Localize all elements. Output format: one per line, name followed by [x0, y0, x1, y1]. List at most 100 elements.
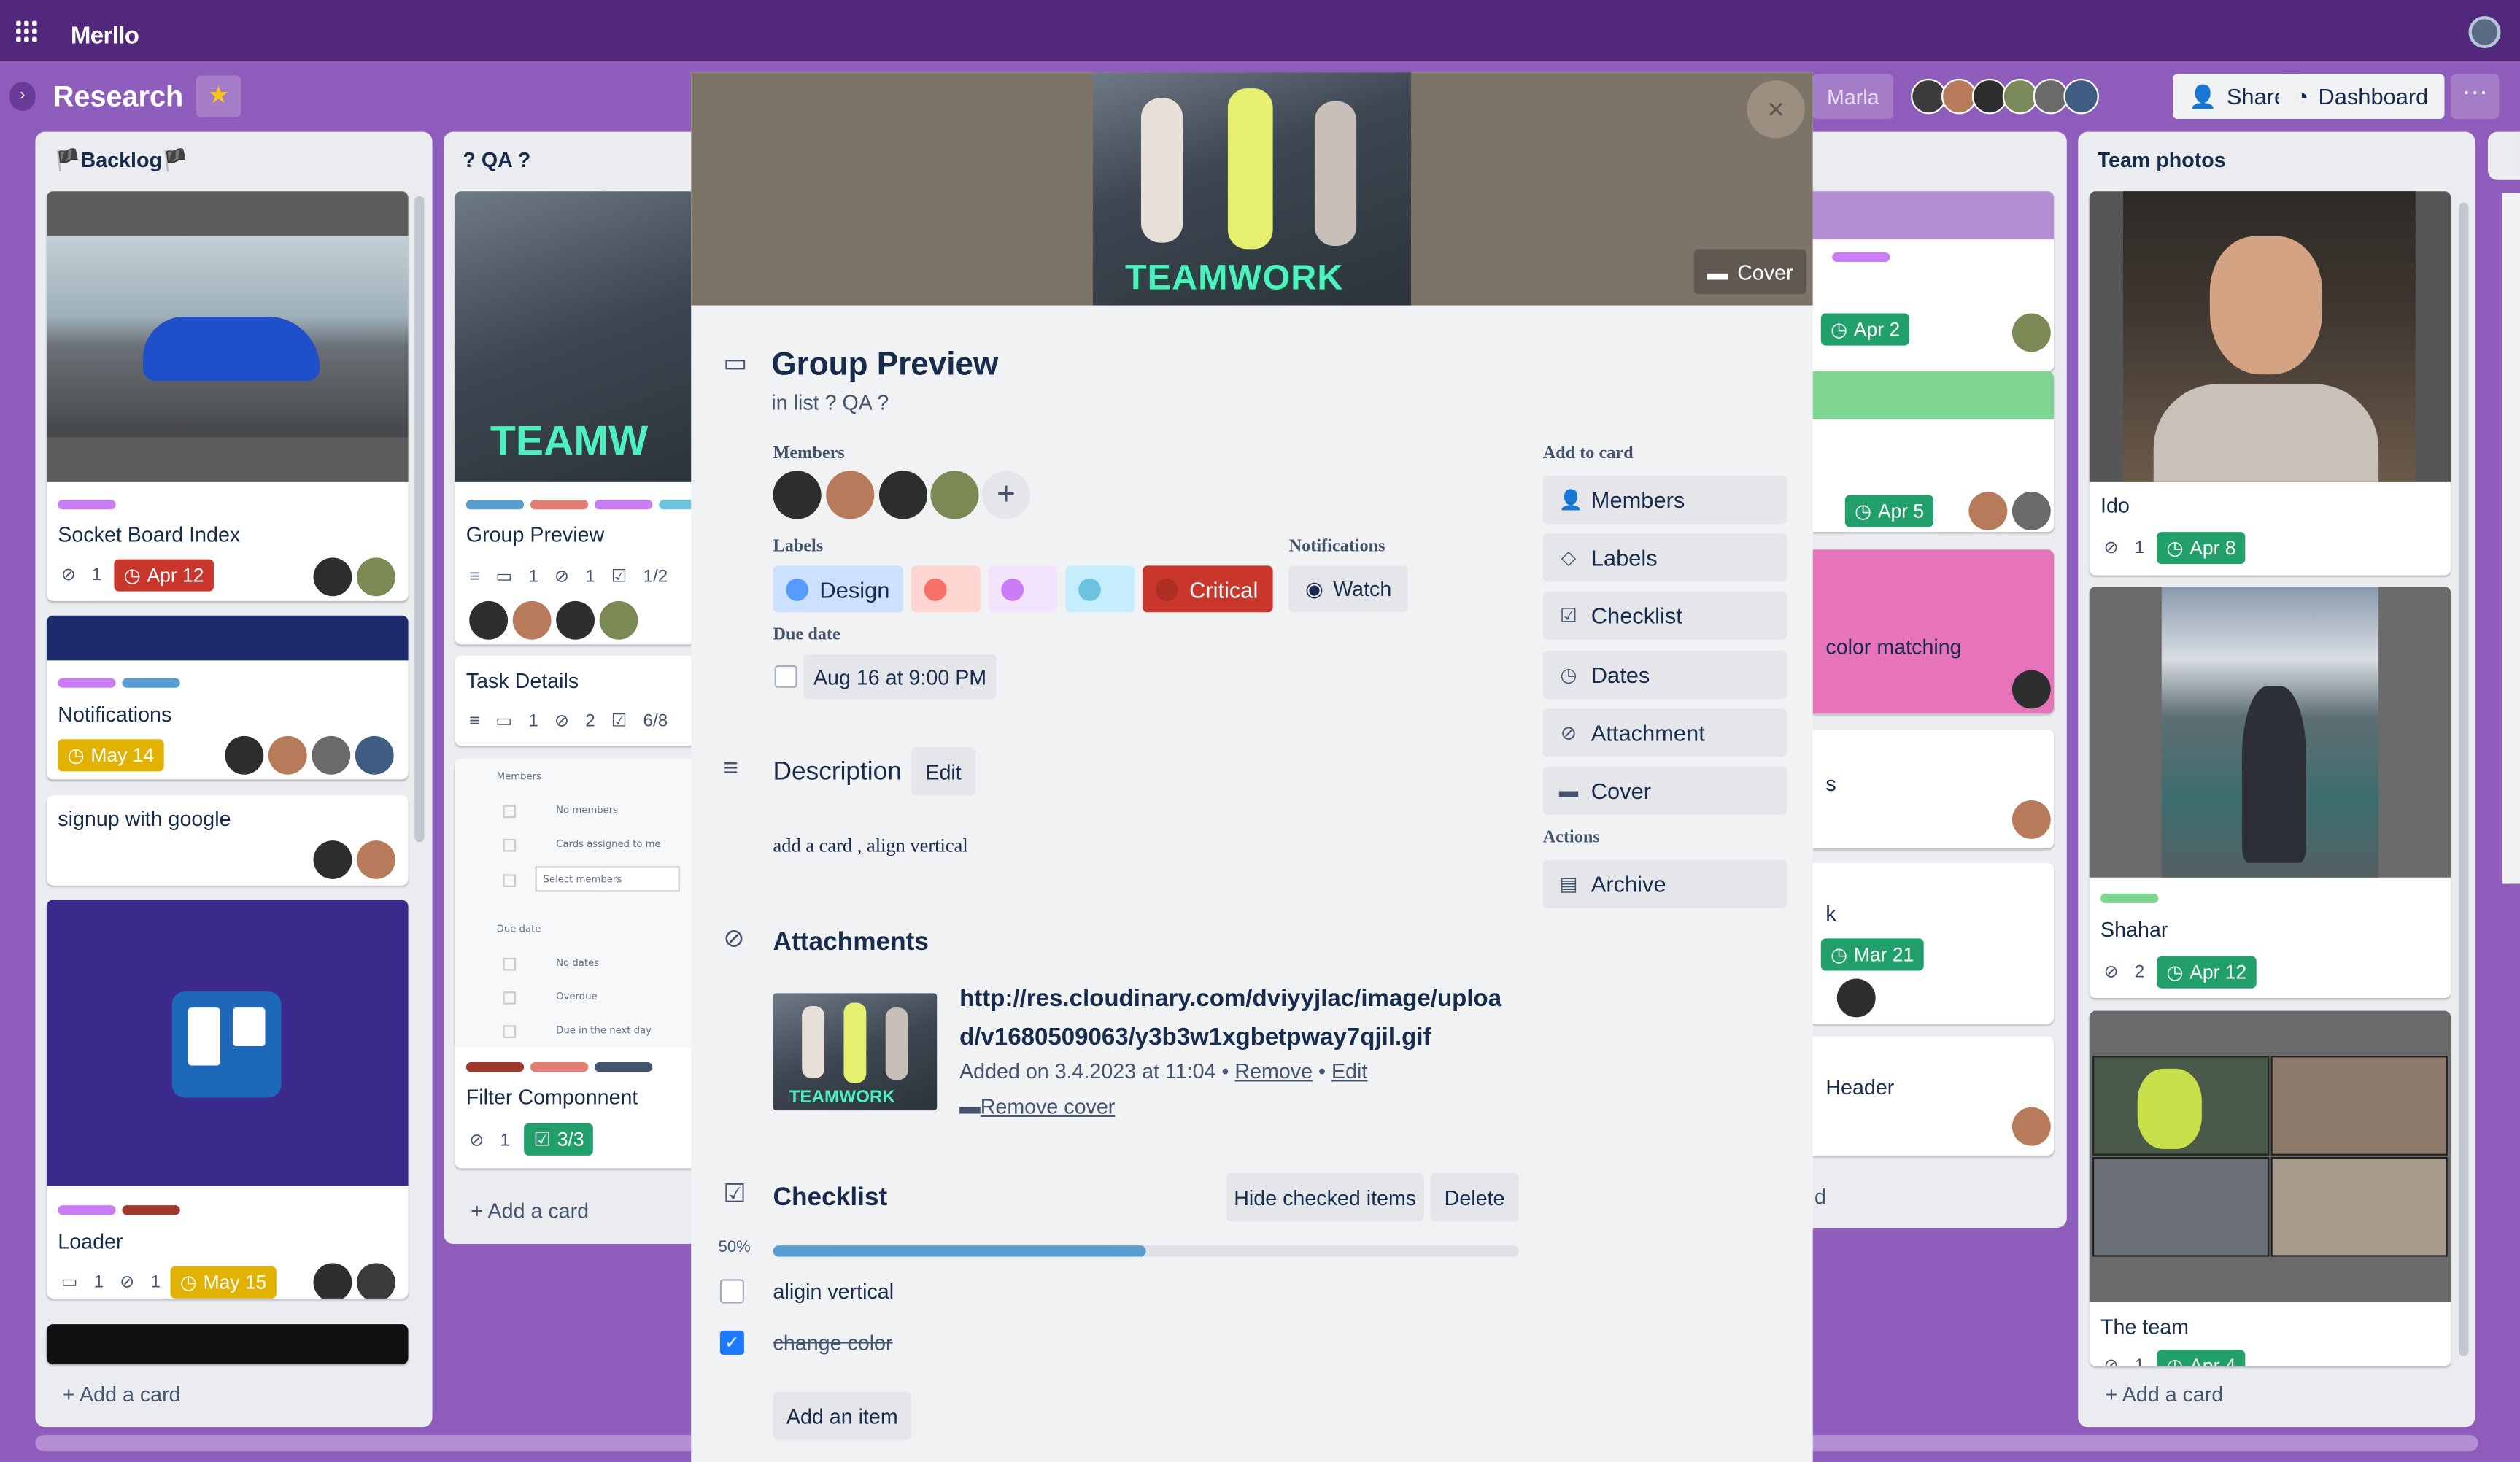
checklist-item-checkbox-checked[interactable]: ✓	[719, 1330, 744, 1355]
due-badge[interactable]: ◷ May 14	[58, 739, 164, 772]
checklist-icon: ☑	[723, 1181, 746, 1209]
add-card-button[interactable]: + Add a card	[63, 1382, 181, 1406]
list-title[interactable]: 🏴Backlog🏴	[55, 148, 188, 174]
member-name-chip[interactable]: Marla	[1812, 74, 1893, 120]
card-shahar[interactable]: Shahar ⊘ 2 ◷ Apr 12	[2089, 587, 2451, 998]
watch-button[interactable]: ◉ Watch	[1288, 565, 1408, 613]
close-icon[interactable]: ×	[1747, 80, 1805, 139]
card-loader[interactable]: Loader ▭ 1 ⊘ 1 ◷ May 15	[46, 900, 409, 1299]
due-badge[interactable]: ◷ Apr 8	[2157, 532, 2246, 565]
due-badge[interactable]: ◷ Apr 4	[2157, 1350, 2246, 1366]
card-icon: ▭	[723, 350, 748, 378]
attachment-count: 1	[2134, 537, 2145, 557]
due-badge[interactable]: ◷ Apr 2	[1820, 313, 1910, 346]
more-menu-icon[interactable]: ···	[2451, 74, 2500, 120]
card-badges: ⊘ 1	[2103, 1355, 2144, 1366]
due-badge[interactable]: ◷ Apr 5	[1844, 495, 1934, 527]
sidebar-archive-button[interactable]: ▤ Archive	[1542, 859, 1787, 908]
avatar[interactable]	[2063, 78, 2099, 115]
list-title[interactable]: ? QA ?	[463, 148, 530, 172]
list-scrollbar[interactable]	[2459, 202, 2469, 1357]
board-title[interactable]: Research	[53, 80, 184, 114]
remove-cover-link[interactable]: ▬Remove cover	[959, 1094, 1115, 1118]
checklist-item-checkbox[interactable]	[719, 1279, 744, 1304]
attachment-thumbnail[interactable]: TEAMWORK	[773, 993, 938, 1111]
due-date-button[interactable]: Aug 16 at 9:00 PM	[803, 654, 997, 700]
card-filter-componnent[interactable]: Members No members Cards assigned to me …	[455, 758, 696, 1169]
checklist-item-text[interactable]: aligin vertical	[773, 1279, 894, 1303]
due-badge[interactable]: ◷ Apr 12	[114, 559, 214, 592]
star-icon[interactable]: ★	[196, 75, 241, 117]
add-card-label[interactable]: d	[1814, 1184, 1826, 1208]
label-chip[interactable]	[988, 565, 1058, 613]
sidebar-attachment-button[interactable]: ⊘ Attachment	[1542, 708, 1787, 757]
card-ido[interactable]: Ido ⊘ 1 ◷ Apr 8	[2089, 191, 2451, 576]
description-text[interactable]: add a card , align vertical	[773, 834, 968, 858]
cover-text: TEAMWORK	[1124, 257, 1344, 298]
clock-icon: ◷	[179, 1271, 197, 1294]
description-icon: ≡	[469, 566, 480, 586]
list-qa: ? QA ? TEAMW Group Preview ≡ ▭ 1 ⊘ 1 ☑ 1/2 …	[443, 131, 725, 1244]
due-badge[interactable]: ◷ May 15	[170, 1266, 277, 1299]
card-title[interactable]: Group Preview	[771, 347, 998, 384]
preview-text: Select members	[535, 866, 680, 892]
avatar[interactable]	[930, 471, 979, 519]
avatar	[313, 1263, 352, 1299]
add-member-icon[interactable]: +	[981, 471, 1030, 519]
card-partial[interactable]	[46, 1324, 409, 1365]
list-team-photos: Team photos Ido ⊘ 1 ◷ Apr 8 Shahar ⊘ 2 ◷ Apr…	[2078, 131, 2475, 1428]
clock-icon: ◷	[1830, 318, 1848, 341]
label-chip[interactable]: Design	[773, 565, 903, 613]
list-scrollbar[interactable]	[414, 196, 425, 843]
avatar[interactable]	[773, 471, 822, 519]
list-link[interactable]: ? QA ?	[825, 390, 889, 414]
hide-checked-button[interactable]: Hide checked items	[1226, 1173, 1424, 1222]
sidebar-button-label: Attachment	[1591, 719, 1705, 746]
sidebar-checklist-button[interactable]: ☑ Checklist	[1542, 591, 1787, 640]
card-group-preview[interactable]: TEAMW Group Preview ≡ ▭ 1 ⊘ 1 ☑ 1/2	[455, 191, 696, 645]
dashboard-button[interactable]: ◔ Dashboard	[2279, 74, 2445, 120]
sidebar-toggle-icon[interactable]: ›	[9, 82, 36, 111]
checklist-item-text[interactable]: change color	[773, 1331, 893, 1355]
card-task-details[interactable]: Task Details ≡ ▭ 1 ⊘ 2 ☑ 6/8	[455, 655, 696, 746]
trello-logo-icon	[171, 991, 282, 1098]
due-text: Apr 4	[2189, 1355, 2235, 1366]
due-badge[interactable]: ◷ Apr 12	[2157, 956, 2257, 989]
card-socket-board-index[interactable]: Socket Board Index ⊘ 1 ◷ Apr 12	[46, 191, 409, 601]
avatar[interactable]	[878, 471, 928, 519]
label-chip[interactable]	[911, 565, 981, 613]
card-the-team[interactable]: The team ⊘1 ◷Apr 4	[2089, 1010, 2451, 1366]
tag-icon: ◇	[1561, 546, 1577, 569]
card-notifications[interactable]: Notifications ◷ May 14	[46, 615, 409, 780]
card-detail-modal: TEAMWORK × ▬ Cover ▭ Group Preview in lis…	[691, 72, 1813, 1462]
sidebar-labels-button[interactable]: ◇ Labels	[1542, 533, 1787, 582]
attachment-url[interactable]: http://res.cloudinary.com/dviyyjlac/imag…	[959, 981, 1514, 1058]
label-chip[interactable]: Critical	[1143, 565, 1273, 613]
sidebar-members-button[interactable]: 👤 Members	[1542, 476, 1787, 525]
due-badge[interactable]: ◷ Mar 21	[1820, 938, 1924, 971]
add-card-button[interactable]: + Add a card	[471, 1199, 589, 1223]
add-card-button[interactable]: + Add a card	[2106, 1382, 2224, 1406]
avatar	[357, 557, 395, 597]
sidebar-cover-button[interactable]: ▬ Cover	[1542, 766, 1787, 815]
app-logo[interactable]: Merllo	[71, 23, 139, 50]
person-icon: 👤	[1558, 488, 1583, 511]
label-chip[interactable]	[1065, 565, 1135, 613]
edit-attachment-link[interactable]: Edit	[1331, 1059, 1367, 1083]
sidebar-dates-button[interactable]: ◷ Dates	[1542, 651, 1787, 700]
comment-icon: ▭	[495, 567, 513, 587]
user-avatar[interactable]	[2468, 16, 2501, 49]
list-title[interactable]: Team photos	[2098, 148, 2226, 172]
cover-button[interactable]: ▬ Cover	[1693, 249, 1806, 295]
add-checklist-item-button[interactable]: Add an item	[773, 1391, 911, 1440]
description-edit-button[interactable]: Edit	[911, 747, 976, 796]
members-heading: Members	[773, 443, 845, 463]
clock-icon: ◷	[2166, 1355, 2183, 1366]
remove-attachment-link[interactable]: Remove	[1234, 1059, 1313, 1083]
due-complete-checkbox[interactable]	[774, 665, 797, 688]
board-members[interactable]	[1911, 74, 2099, 119]
delete-checklist-button[interactable]: Delete	[1430, 1173, 1519, 1222]
avatar[interactable]	[826, 471, 875, 519]
card-signup-with-google[interactable]: signup with google	[46, 795, 409, 886]
apps-grid-icon[interactable]	[16, 20, 37, 42]
